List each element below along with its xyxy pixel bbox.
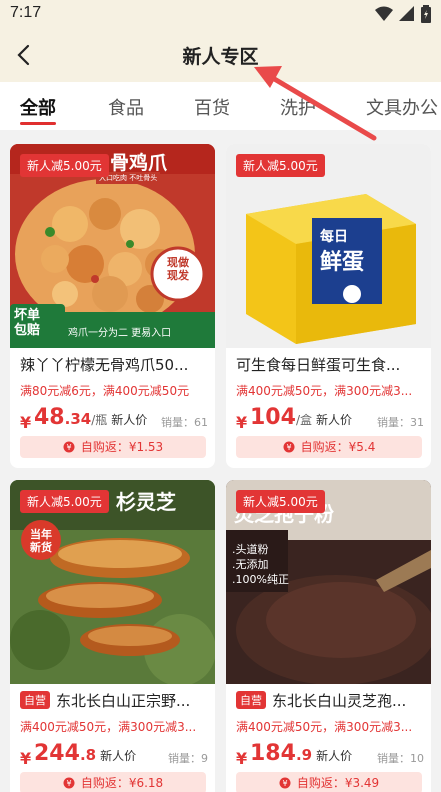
promo-text: 满400元减50元，满300元减3... — [236, 720, 413, 734]
feature-list: .头道粉 .无添加 .100%纯正 — [232, 542, 289, 587]
product-image[interactable]: 杉灵芝 当年 新货 新人减5.00元 — [10, 480, 215, 684]
rebate-bar: ¥ 自购返：¥6.18 — [20, 772, 206, 792]
newbie-discount-badge: 新人减5.00元 — [20, 490, 109, 513]
rebate-bar: ¥ 自购返：¥5.4 — [236, 436, 422, 458]
price-integer: 184 — [250, 741, 296, 766]
rebate-text: 自购返：¥3.49 — [296, 776, 380, 790]
product-title[interactable]: 辣丫丫柠檬无骨鸡爪50... — [20, 354, 210, 375]
product-title[interactable]: 自营 东北长白山灵芝孢... — [236, 690, 426, 711]
signal-icon — [399, 6, 414, 21]
product-card[interactable]: 杉灵芝 当年 新货 新人减5.00元 自营 东北长白山正宗野... 满400元减5… — [10, 480, 215, 792]
rebate-icon: ¥ — [279, 777, 291, 789]
product-title[interactable]: 可生食每日鲜蛋可生食... — [236, 354, 426, 375]
image-corner-text: 坏单 包赔 — [14, 308, 41, 338]
currency-symbol: ¥ — [236, 413, 248, 432]
rebate-text: 自购返：¥5.4 — [300, 440, 376, 454]
svg-text:¥: ¥ — [282, 779, 287, 788]
image-stamp-text: 现做 现发 — [167, 256, 189, 282]
rebate-text: 自购返：¥1.53 — [80, 440, 164, 454]
price-row: ¥ 48.34/瓶 新人价 销量：61 — [20, 402, 210, 434]
rebate-bar: ¥ 自购返：¥1.53 — [20, 436, 206, 458]
price-decimal: .34 — [64, 410, 92, 428]
feature-item: .头道粉 — [232, 543, 269, 556]
product-card[interactable]: 灵芝孢子粉 .头道粉 .无添加 .100%纯正 新人减5.00元 自营 东北长白山… — [226, 480, 431, 792]
category-tabs: 全部 食品 百货 洗护 文具办公 — [0, 82, 441, 130]
price-integer: 104 — [250, 405, 296, 430]
svg-text:¥: ¥ — [66, 443, 71, 452]
price: 104/盒 新人价 — [250, 405, 352, 430]
product-title[interactable]: 自营 东北长白山正宗野... — [20, 690, 210, 711]
product-card[interactable]: 每日 鲜蛋 新人减5.00元 可生食每日鲜蛋可生食... 满400元减50元，满… — [226, 144, 431, 468]
sales-count: 销量：9 — [168, 752, 208, 765]
newbie-price-label: 新人价 — [316, 749, 353, 763]
box-text-large: 鲜蛋 — [320, 250, 365, 275]
price: 184.9 新人价 — [250, 741, 352, 766]
price-row: ¥ 244.8 新人价 销量：9 — [20, 738, 210, 770]
price-unit: /瓶 — [91, 413, 108, 427]
currency-symbol: ¥ — [20, 413, 32, 432]
rebate-bar: ¥ 自购返：¥3.49 — [236, 772, 422, 792]
price-row: ¥ 184.9 新人价 销量：10 — [236, 738, 426, 770]
rebate-icon: ¥ — [63, 777, 75, 789]
status-bar: 7:17 — [0, 0, 441, 28]
price-integer: 48 — [34, 405, 65, 430]
tab-general-goods[interactable]: 百货 — [194, 94, 230, 120]
wifi-icon — [375, 6, 393, 21]
self-operated-tag: 自营 — [20, 691, 50, 709]
newbie-price-label: 新人价 — [111, 413, 148, 427]
sales-count: 销量：10 — [377, 752, 424, 765]
status-time: 7:17 — [10, 4, 42, 21]
newbie-discount-badge: 新人减5.00元 — [236, 490, 325, 513]
tab-all[interactable]: 全部 — [20, 94, 56, 120]
price-row: ¥ 104/盒 新人价 销量：31 — [236, 402, 426, 434]
svg-text:¥: ¥ — [286, 443, 291, 452]
price: 48.34/瓶 新人价 — [34, 405, 147, 430]
product-image[interactable]: 每日 鲜蛋 新人减5.00元 — [226, 144, 431, 348]
price-decimal: .9 — [295, 746, 313, 764]
product-image[interactable]: 骨鸡爪 大口吃肉 不吐骨头 现做 现发 坏单 包赔 鸡爪一分为二 更易入口 新人… — [10, 144, 215, 348]
promo-text: 满400元减50元，满300元减3... — [20, 720, 197, 734]
fresh-stamp-text: 当年 新货 — [30, 528, 52, 554]
page-title: 新人专区 — [182, 46, 259, 68]
newbie-discount-badge: 新人减5.00元 — [236, 154, 325, 177]
tab-stationery[interactable]: 文具办公 — [366, 94, 438, 120]
active-tab-indicator — [20, 122, 56, 125]
tab-personal-care[interactable]: 洗护 — [280, 94, 316, 120]
price-decimal: .8 — [79, 746, 97, 764]
rebate-icon: ¥ — [63, 441, 75, 453]
product-card[interactable]: 骨鸡爪 大口吃肉 不吐骨头 现做 现发 坏单 包赔 鸡爪一分为二 更易入口 新人… — [10, 144, 215, 468]
feature-item: .无添加 — [232, 558, 269, 571]
promo-text: 满80元减6元，满400元减50元 — [20, 384, 190, 398]
price: 244.8 新人价 — [34, 741, 136, 766]
promo-text: 满400元减50元，满300元减3... — [236, 384, 413, 398]
price-unit: /盒 — [295, 413, 312, 427]
currency-symbol: ¥ — [20, 749, 32, 768]
price-integer: 244 — [34, 741, 80, 766]
image-headline: 杉灵芝 — [116, 490, 176, 514]
sales-count: 销量：31 — [377, 416, 424, 429]
feature-item: .100%纯正 — [232, 573, 289, 586]
product-image[interactable]: 灵芝孢子粉 .头道粉 .无添加 .100%纯正 新人减5.00元 — [226, 480, 431, 684]
box-text: 每日 — [320, 229, 348, 245]
image-headline: 骨鸡爪 — [110, 152, 168, 174]
rebate-text: 自购返：¥6.18 — [80, 776, 164, 790]
svg-text:¥: ¥ — [66, 779, 71, 788]
product-title-text: 东北长白山正宗野... — [56, 692, 191, 710]
status-icons — [375, 5, 431, 23]
product-title-text: 东北长白山灵芝孢... — [272, 692, 407, 710]
currency-symbol: ¥ — [236, 749, 248, 768]
page-header: 新人专区 — [0, 28, 441, 82]
newbie-price-label: 新人价 — [100, 749, 137, 763]
newbie-discount-badge: 新人减5.00元 — [20, 154, 109, 177]
rebate-icon: ¥ — [283, 441, 295, 453]
tab-food[interactable]: 食品 — [108, 94, 144, 120]
battery-icon — [421, 5, 431, 23]
sales-count: 销量：61 — [161, 416, 208, 429]
newbie-price-label: 新人价 — [315, 413, 352, 427]
self-operated-tag: 自营 — [236, 691, 266, 709]
image-bottom-text: 鸡爪一分为二 更易入口 — [68, 328, 172, 339]
